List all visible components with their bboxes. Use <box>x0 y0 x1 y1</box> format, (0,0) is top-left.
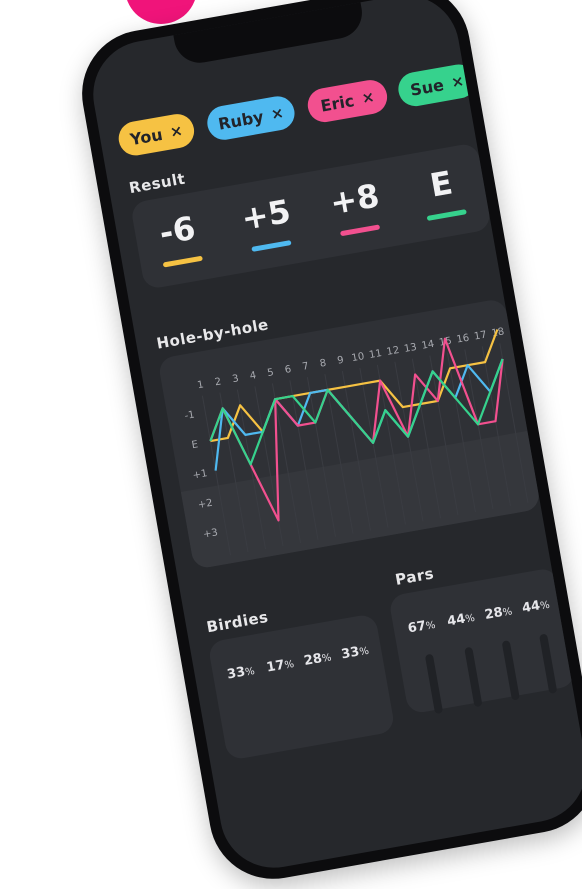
x-tick-label: 17 <box>473 330 487 343</box>
x-tick-label: 14 <box>421 339 435 352</box>
x-tick-label: 1 <box>196 379 204 391</box>
player-chip-label: Sue <box>408 74 446 100</box>
score-underline-ruby <box>251 240 292 252</box>
close-icon[interactable]: × <box>270 103 286 123</box>
phone-frame: You × Ruby × Eric × Sue × Result -6 +5 +… <box>72 0 582 889</box>
pars-bar <box>424 653 444 715</box>
x-tick-label: 8 <box>319 358 327 370</box>
score-ruby: +5 <box>238 191 294 238</box>
x-tick-label: 6 <box>284 364 292 376</box>
score-sue: E <box>427 163 456 205</box>
pars-pct-sue: 44% <box>521 597 551 616</box>
birdies-pct-sue: 33% <box>340 643 370 662</box>
x-tick-label: 12 <box>386 345 400 358</box>
player-chip-label: Eric <box>319 90 356 116</box>
x-tick-label: 3 <box>231 373 239 385</box>
score-underline-eric <box>339 224 381 237</box>
pct-sign: % <box>464 612 476 626</box>
close-icon[interactable]: × <box>450 72 466 92</box>
pars-pct-eric: 28% <box>484 603 514 623</box>
x-tick-label: 18 <box>491 326 505 339</box>
pct-sign: % <box>539 599 551 613</box>
birdies-pct-eric: 28% <box>303 649 333 669</box>
y-tick-label: +1 <box>192 468 208 481</box>
x-tick-label: 11 <box>368 348 382 361</box>
pars-bar <box>464 646 483 708</box>
pct-sign: % <box>358 645 370 659</box>
birdies-pct-ruby: 17% <box>265 656 295 676</box>
birdies-heading: Birdies <box>205 607 270 637</box>
score-you: -6 <box>156 208 199 253</box>
phone-notch <box>173 0 367 67</box>
player-chip-label: Ruby <box>216 106 265 134</box>
pars-pct-you: 67% <box>407 617 437 637</box>
pars-bar <box>539 633 558 694</box>
series-line-0 <box>210 329 499 443</box>
x-tick-label: 10 <box>351 351 365 364</box>
pars-heading: Pars <box>393 564 436 589</box>
pct-sign: % <box>244 665 256 679</box>
x-tick-label: 2 <box>214 376 222 388</box>
birdies-card: 33% 17% 28% 33% <box>207 613 396 761</box>
player-chip-eric[interactable]: Eric × <box>305 77 390 125</box>
y-tick-label: E <box>191 439 199 451</box>
pct-sign: % <box>283 658 296 672</box>
x-tick-label: 13 <box>403 342 417 355</box>
result-card: -6 +5 +8 E <box>129 142 492 291</box>
pct-sign: % <box>501 606 514 619</box>
player-chip-sue[interactable]: Sue × <box>395 61 479 109</box>
close-icon[interactable]: × <box>360 87 376 107</box>
player-chips: You × Ruby × Eric × Sue × <box>116 61 479 164</box>
x-tick-label: 5 <box>266 367 274 379</box>
player-chip-you[interactable]: You × <box>116 111 197 159</box>
score-eric: +8 <box>327 176 383 223</box>
result-heading: Result <box>127 169 187 198</box>
pars-bar <box>501 640 520 701</box>
pct-sign: % <box>321 652 333 665</box>
pars-pct-ruby: 44% <box>446 610 476 630</box>
brand-circle <box>125 0 197 24</box>
x-tick-label: 9 <box>336 355 344 367</box>
score-underline-you <box>162 255 203 268</box>
x-tick-label: 4 <box>249 370 257 382</box>
app-screen: You × Ruby × Eric × Sue × Result -6 +5 +… <box>84 0 582 877</box>
pct-sign: % <box>425 619 437 633</box>
x-tick-label: 16 <box>456 333 470 346</box>
close-icon[interactable]: × <box>169 121 185 141</box>
score-underline-sue <box>426 209 467 221</box>
pars-card: 67% 44% 28% 44% <box>388 567 577 715</box>
birdies-pct-you: 33% <box>226 663 256 683</box>
y-tick-label: -1 <box>184 409 196 422</box>
player-chip-ruby[interactable]: Ruby × <box>204 93 298 143</box>
player-chip-label: You <box>128 124 164 149</box>
x-tick-label: 7 <box>301 361 309 373</box>
chart-shaded-area <box>180 430 542 570</box>
